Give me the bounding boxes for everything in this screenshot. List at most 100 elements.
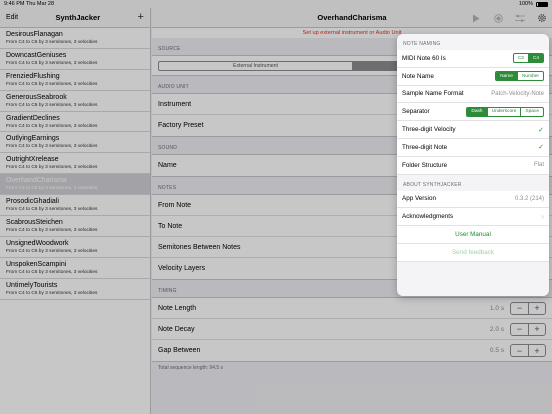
list-item[interactable]: FrenziedFlushing From C4 to C6 by 3 semit…	[0, 70, 150, 91]
detail-title: OverhandCharisma	[317, 13, 387, 22]
sample-name-format-value: Patch-Velocity-Note	[491, 90, 544, 97]
play-icon[interactable]	[470, 12, 482, 24]
patch-name: OutrightXrelease	[6, 156, 59, 164]
increment-icon[interactable]: +	[528, 345, 545, 356]
battery-percent: 100%	[518, 1, 533, 7]
sample-name-format-row[interactable]: Sample Name Format Patch-Velocity-Note	[397, 86, 549, 104]
timing-group: Note Length 1.0 s − + Note Decay 2.0 s − +…	[152, 297, 552, 362]
decrement-icon[interactable]: −	[511, 345, 528, 356]
user-manual-button[interactable]: User Manual	[397, 226, 549, 244]
factory-preset-label: Factory Preset	[158, 122, 204, 129]
patch-detail: From C4 to C6 by 3 semitones, 3 velociti…	[6, 165, 98, 171]
list-item[interactable]: UnsignedWoodwork From C4 to C6 by 3 semit…	[0, 237, 150, 258]
separator-label: Separator	[402, 108, 430, 116]
list-item[interactable]: OutlyingEarnings From C4 to C6 by 3 semit…	[0, 132, 150, 154]
list-item[interactable]: UnspokenScampini From C4 to C6 by 3 semit…	[0, 258, 150, 279]
patch-detail: From C4 to C6 by 3 semitones, 3 velociti…	[6, 248, 98, 254]
app-version-value: 0.3.2 (214)	[514, 195, 544, 202]
gap-between-label: Gap Between	[158, 347, 201, 354]
separator-option-underscore[interactable]: Underscore	[486, 107, 521, 116]
list-item[interactable]: DowncastGeniuses From C4 to C6 by 3 semit…	[0, 49, 150, 70]
acknowledgments-label: Acknowledgments	[402, 213, 454, 221]
separator-option-dash[interactable]: Dash	[467, 107, 487, 116]
midi-note-label: MIDI Note 60 Is	[402, 54, 446, 62]
decrement-icon[interactable]: −	[511, 324, 528, 335]
patch-detail: From C4 to C6 by 3 semitones, 3 velociti…	[6, 186, 98, 192]
edit-button[interactable]: Edit	[6, 14, 18, 21]
note-name-segmented-control: Name Number	[495, 71, 544, 82]
separator-segmented-control: Dash Underscore Space	[466, 106, 544, 117]
three-digit-velocity-row[interactable]: Three-digit Velocity ✓	[397, 121, 549, 139]
gap-between-value: 0.5 s	[489, 347, 504, 354]
list-item[interactable]: OverhandCharisma From C4 to C6 by 3 semit…	[0, 174, 150, 196]
list-item[interactable]: OutrightXrelease From C4 to C6 by 3 semit…	[0, 153, 150, 175]
patch-detail: From C4 to C6 by 3 semitones, 3 velociti…	[6, 40, 98, 45]
list-item[interactable]: UntimelyTourists From C4 to C6 by 3 semit…	[0, 279, 150, 300]
midi-note-option-c4[interactable]: C4	[527, 54, 543, 63]
increment-icon[interactable]: +	[528, 323, 545, 335]
patch-detail: From C4 to C6 by 3 semitones, 3 velociti…	[6, 290, 98, 296]
status-time: 9:46 PM	[4, 1, 25, 7]
folder-structure-value: Flat	[533, 162, 544, 169]
add-patch-button[interactable]: +	[138, 12, 144, 23]
separator-option-space[interactable]: Space	[520, 107, 543, 116]
about-group: App Version 0.3.2 (214) Acknowledgments …	[397, 190, 549, 262]
about-header: ABOUT SYNTHJACKER	[403, 181, 462, 188]
separator-row: Separator Dash Underscore Space	[397, 103, 549, 122]
list-item[interactable]: ScabrousSteichen From C4 to C6 by 3 semit…	[0, 216, 150, 237]
patch-name: UntimelyTourists	[6, 281, 58, 289]
sample-name-format-label: Sample Name Format	[402, 90, 464, 98]
gear-icon[interactable]	[536, 12, 548, 24]
increment-icon[interactable]: +	[528, 302, 545, 314]
from-note-label: From Note	[158, 201, 192, 209]
note-length-stepper: − +	[510, 301, 546, 315]
decrement-icon[interactable]: −	[511, 303, 528, 314]
folder-structure-row[interactable]: Folder Structure Flat	[397, 157, 549, 175]
midi-note-option-c3[interactable]: C3	[514, 54, 528, 62]
patch-detail: From C4 to C6 by 3 semitones, 3 velociti…	[6, 60, 98, 66]
note-decay-label: Note Decay	[158, 325, 195, 333]
note-name-option-name[interactable]: Name	[496, 72, 517, 81]
note-decay-row: Note Decay 2.0 s − +	[152, 319, 552, 340]
patch-detail: From C4 to C6 by 3 semitones, 3 velociti…	[6, 123, 98, 129]
instrument-label: Instrument	[158, 100, 192, 108]
name-label: Name	[158, 162, 177, 169]
patch-name: UnsignedWoodwork	[6, 239, 69, 247]
battery-icon	[536, 1, 548, 7]
patch-name: ProsodicGhadiali	[6, 198, 59, 206]
note-decay-stepper: − +	[510, 322, 546, 336]
note-name-option-number[interactable]: Number	[516, 72, 543, 81]
send-feedback-button[interactable]: Send feedback	[397, 243, 549, 262]
master-title: SynthJacker	[55, 13, 101, 22]
patch-list-pane: Edit SynthJacker + DesirousFlanagan From …	[0, 8, 151, 414]
patch-detail: From C4 to C6 by 3 semitones, 3 velociti…	[6, 102, 98, 108]
list-item[interactable]: GenerousSeabrook From C4 to C6 by 3 semit…	[0, 91, 150, 112]
note-name-label: Note Name	[402, 72, 434, 80]
patch-list: DesirousFlanagan From C4 to C6 by 3 semit…	[0, 28, 150, 300]
patch-detail: From C4 to C6 by 3 semitones, 3 velociti…	[6, 269, 98, 275]
status-bar: 9:46 PM Thu Mar 28 100%	[0, 0, 552, 8]
detail-nav-bar: OverhandCharisma	[152, 8, 552, 28]
source-option-external[interactable]: External Instrument	[159, 62, 352, 70]
three-digit-note-row[interactable]: Three-digit Note ✓	[397, 139, 549, 157]
gap-between-row: Gap Between 0.5 s − +	[152, 340, 552, 361]
checkmark-icon: ✓	[538, 144, 544, 152]
list-item[interactable]: DesirousFlanagan From C4 to C6 by 3 semit…	[0, 28, 150, 49]
record-icon[interactable]	[492, 12, 504, 24]
acknowledgments-row[interactable]: Acknowledgments ›	[397, 208, 549, 227]
patch-detail: From C4 to C6 by 3 semitones, 3 velociti…	[6, 228, 98, 234]
patch-name: ScabrousSteichen	[6, 219, 63, 227]
checkmark-icon: ✓	[538, 126, 544, 134]
patch-name: GradientDeclines	[6, 114, 60, 122]
midi-note-row: MIDI Note 60 Is C3 C4	[397, 50, 549, 68]
chevron-right-icon: ›	[541, 212, 544, 222]
note-length-label: Note Length	[158, 304, 197, 312]
to-note-label: To Note	[158, 222, 183, 230]
patch-detail: From C4 to C6 by 3 semitones, 3 velociti…	[6, 207, 98, 213]
list-item[interactable]: GradientDeclines From C4 to C6 by 3 semit…	[0, 112, 150, 133]
note-length-row: Note Length 1.0 s − +	[152, 298, 552, 319]
patch-name: OverhandCharisma	[6, 177, 67, 185]
note-length-value: 1.0 s	[489, 304, 504, 312]
sliders-icon[interactable]	[514, 12, 526, 24]
list-item[interactable]: ProsodicGhadiali From C4 to C6 by 3 semit…	[0, 195, 150, 217]
